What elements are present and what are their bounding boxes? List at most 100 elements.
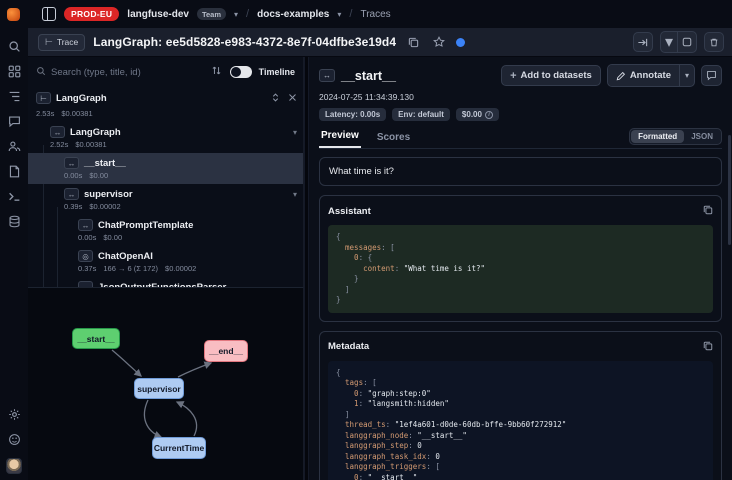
chevron-down-icon[interactable]: ▾	[234, 10, 238, 19]
graph-node-supervisor[interactable]: supervisor	[134, 378, 184, 399]
generation-type-icon: ◎	[78, 250, 93, 262]
observation-detail-panel: ↔ __start__ + Add to datasets Annotate ▾	[309, 57, 732, 480]
tree-search-row: Timeline	[28, 57, 303, 85]
comment-bubble-icon	[706, 70, 717, 81]
public-share-indicator-icon[interactable]	[456, 38, 465, 47]
span-type-icon: ↔	[50, 126, 65, 138]
metadata-section-title: Metadata	[328, 341, 369, 352]
tree-row-label: LangGraph	[70, 127, 121, 138]
row-cost: $0.00	[89, 171, 108, 180]
tree-row-langgraph-span[interactable]: ↔ LangGraph ▾ 2.52s $0.00381	[28, 122, 303, 153]
row-cost: $0.00381	[75, 140, 106, 149]
expand-all-icon[interactable]	[271, 89, 280, 107]
annotate-button[interactable]: Annotate	[608, 65, 679, 86]
cost-value: $0.00	[462, 110, 482, 119]
row-duration: 0.39s	[64, 202, 82, 211]
row-cost: $0.00381	[61, 109, 92, 118]
observation-timestamp: 2024-07-25 11:34:39.130	[319, 92, 722, 102]
row-tokens: 166 → 6 (Σ 172)	[103, 264, 158, 273]
tree-row-label: __start__	[84, 158, 126, 169]
comments-button[interactable]	[701, 65, 722, 86]
trace-type-label: Trace	[57, 37, 78, 47]
breadcrumb-org[interactable]: langfuse-dev	[127, 9, 189, 20]
copy-trace-id-icon[interactable]	[404, 33, 422, 51]
prompts-icon[interactable]	[8, 165, 21, 178]
sessions-chat-icon[interactable]	[8, 115, 21, 128]
tree-row-supervisor[interactable]: ↔ supervisor ▾ 0.39s $0.00002	[28, 184, 303, 215]
user-avatar[interactable]	[6, 458, 22, 474]
settings-gear-icon[interactable]	[8, 408, 21, 421]
chevron-down-icon[interactable]: ▾	[293, 128, 297, 137]
support-icon[interactable]	[8, 433, 21, 446]
tree-row-label: ChatPromptTemplate	[98, 220, 193, 231]
input-card: What time is it?	[319, 157, 722, 186]
goto-observation-button[interactable]	[633, 32, 653, 52]
tree-row-root-trace[interactable]: ⊢ LangGraph 2.53s $0.00381	[28, 85, 303, 122]
row-cost: $0.00002	[89, 202, 120, 211]
trace-tree-icon: ⊢	[45, 37, 53, 48]
view-options-group: ▾	[660, 31, 697, 53]
copy-icon[interactable]	[703, 338, 713, 356]
sort-icon[interactable]	[211, 63, 222, 81]
org-plan-tag: Team	[197, 8, 226, 20]
observation-title: __start__	[341, 69, 396, 83]
trace-title: LangGraph: ee5d5828-e983-4372-8e7f-04dfb…	[93, 35, 396, 49]
trace-actions: ▾	[633, 31, 724, 53]
tab-scores[interactable]: Scores	[375, 132, 412, 148]
view-options-chevron[interactable]: ▾	[661, 32, 677, 52]
chevron-down-icon[interactable]: ▾	[337, 10, 341, 19]
search-icon[interactable]	[8, 40, 21, 53]
input-text: What time is it?	[329, 166, 394, 177]
format-toggle: Formatted JSON	[629, 128, 722, 145]
tree-search-input[interactable]	[51, 67, 206, 78]
toggle-formatted[interactable]: Formatted	[631, 130, 684, 143]
breadcrumb-project[interactable]: docs-examples	[257, 9, 329, 20]
tree-row-label: LangGraph	[56, 93, 107, 104]
breadcrumb-section: Traces	[360, 9, 390, 20]
node-label: supervisor	[137, 384, 180, 394]
bookmark-star-icon[interactable]	[430, 33, 448, 51]
tree-row-jsonoutputfunctionsparser[interactable]: ↔ JsonOutputFunctionsParser	[28, 277, 303, 287]
add-to-datasets-label: Add to datasets	[521, 70, 592, 81]
langfuse-logo-icon[interactable]	[7, 8, 20, 21]
span-type-icon: ↔	[319, 69, 335, 82]
toggle-json[interactable]: JSON	[684, 130, 720, 143]
graph-node-start[interactable]: __start__	[72, 328, 120, 349]
assistant-json-code: { messages: [ 0: { content: "What time i…	[328, 225, 713, 313]
graph-node-currenttime[interactable]: CurrentTime	[152, 437, 206, 459]
annotate-split-button: Annotate ▾	[607, 64, 695, 87]
delete-trace-button[interactable]	[704, 32, 724, 52]
span-type-icon: ↔	[64, 157, 79, 169]
cost-badge[interactable]: $0.00i	[456, 108, 499, 121]
tree-row-label: ChatOpenAI	[98, 251, 153, 262]
detail-scrollbar[interactable]	[728, 135, 731, 245]
langgraph-graph-view: __start__ __end__ supervisor CurrentTime	[28, 287, 304, 480]
left-icon-rail	[0, 28, 28, 480]
sidebar-toggle-icon[interactable]	[42, 7, 56, 21]
annotate-dropdown-chevron[interactable]: ▾	[679, 65, 694, 86]
dashboard-icon[interactable]	[8, 65, 21, 78]
tree-row-chatopenai[interactable]: ◎ ChatOpenAI 0.37s 166 → 6 (Σ 172) $0.00…	[28, 246, 303, 277]
copy-icon[interactable]	[703, 202, 713, 220]
search-icon	[36, 63, 46, 81]
chevron-down-icon[interactable]: ▾	[293, 190, 297, 199]
add-to-datasets-button[interactable]: + Add to datasets	[501, 65, 601, 86]
graph-node-end[interactable]: __end__	[204, 340, 248, 362]
top-navbar: PROD-EU langfuse-dev Team ▾ / docs-examp…	[0, 0, 732, 28]
datasets-icon[interactable]	[8, 215, 21, 228]
detail-header: ↔ __start__ + Add to datasets Annotate ▾	[319, 64, 722, 87]
tree-row-chatprompttemplate[interactable]: ↔ ChatPromptTemplate 0.00s $0.00	[28, 215, 303, 246]
environment-badge: PROD-EU	[64, 7, 119, 21]
users-icon[interactable]	[8, 140, 21, 153]
row-duration: 2.53s	[36, 109, 54, 118]
toggle-knob-icon	[231, 67, 241, 77]
collapse-all-icon[interactable]	[288, 89, 297, 107]
tree-row-start-selected[interactable]: ↔ __start__ 0.00s $0.00	[28, 153, 303, 184]
playground-terminal-icon[interactable]	[8, 190, 21, 203]
view-json-button[interactable]	[677, 32, 696, 52]
tab-preview[interactable]: Preview	[319, 130, 361, 148]
tracing-icon[interactable]	[8, 90, 21, 103]
timeline-toggle[interactable]	[230, 66, 252, 78]
metadata-section: Metadata { tags: [ 0: "graph:step:0" 1: …	[319, 331, 722, 480]
breadcrumb-separator: /	[246, 8, 249, 20]
